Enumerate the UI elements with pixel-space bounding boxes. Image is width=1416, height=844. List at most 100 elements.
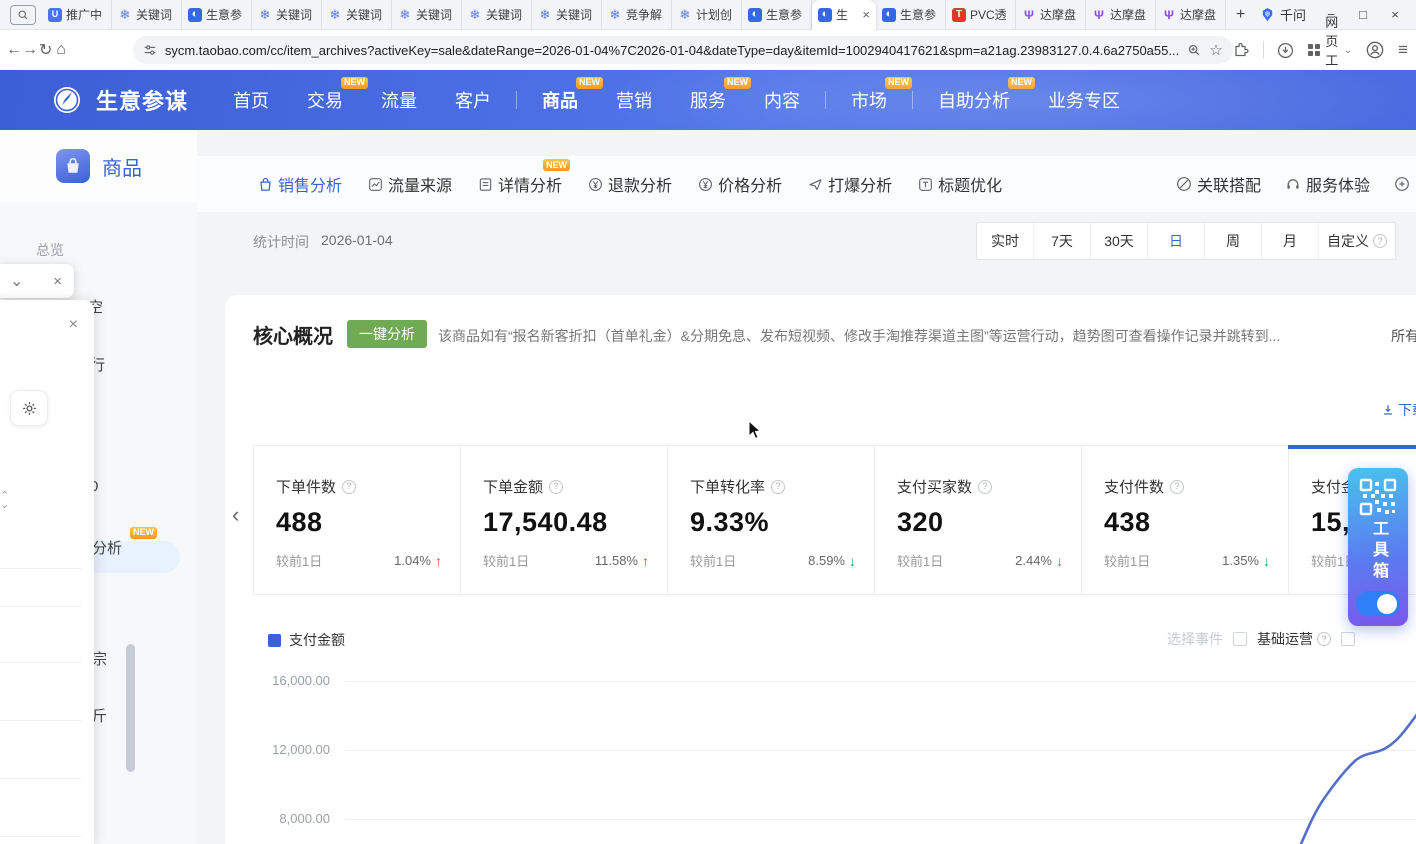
subnav-tab-详情分析[interactable]: 详情分析NEW	[478, 172, 562, 196]
extensions-icon[interactable]	[1233, 42, 1249, 58]
range-button-日[interactable]: 日	[1148, 223, 1205, 259]
brand[interactable]: 生意参谋	[52, 84, 188, 116]
url-text[interactable]: sycm.taobao.com/cc/item_archives?activeK…	[165, 43, 1179, 58]
settings-gear-button[interactable]	[10, 390, 48, 426]
browser-tab[interactable]: ◐生意参	[182, 0, 252, 30]
browser-tab[interactable]: Ψ达摩盘	[1086, 0, 1156, 30]
browser-tab-active[interactable]: ◐生×	[812, 0, 876, 30]
site-info-icon[interactable]	[143, 43, 157, 57]
nav-item-客户[interactable]: 客户	[436, 87, 510, 113]
subnav-link-服务体验[interactable]: 服务体验	[1285, 172, 1370, 196]
bookmark-star-icon[interactable]: ☆	[1209, 41, 1222, 59]
back-button[interactable]: ←	[6, 41, 22, 59]
nav-item-营销[interactable]: 营销	[597, 87, 671, 113]
toolbox-toggle[interactable]	[1356, 591, 1400, 616]
subnav-tab-流量来源[interactable]: 流量来源	[368, 172, 452, 196]
nav-item-商品[interactable]: 商品NEW	[523, 87, 597, 113]
chart-legend[interactable]: 支付金额	[268, 630, 345, 650]
browser-tab[interactable]: U推广中	[42, 0, 112, 30]
browser-tab[interactable]: TPVC透	[946, 0, 1016, 30]
nav-item-首页[interactable]: 首页	[214, 87, 288, 113]
help-icon[interactable]: ?	[1170, 480, 1184, 494]
downloads-icon[interactable]	[1277, 42, 1294, 59]
nav-item-流量[interactable]: 流量	[362, 87, 436, 113]
subnav-tab-销售分析[interactable]: 销售分析	[258, 172, 342, 196]
range-button-实时[interactable]: 实时	[977, 223, 1034, 259]
nav-item-内容[interactable]: 内容	[745, 87, 819, 113]
popup-close-icon[interactable]: ×	[53, 273, 62, 290]
range-button-7天[interactable]: 7天	[1034, 223, 1091, 259]
subnav-tab-标题优化[interactable]: 标题优化	[918, 172, 1002, 196]
help-icon[interactable]: ?	[978, 480, 992, 494]
collapse-chevron-icon[interactable]: ⌄	[10, 271, 23, 291]
select-event-label[interactable]: 选择事件	[1167, 629, 1223, 649]
panel-close-icon[interactable]: ×	[69, 316, 78, 334]
browser-tab[interactable]: ❄关键词	[112, 0, 182, 30]
all-events-dropdown[interactable]: 所有	[1391, 326, 1416, 346]
clipped-link-icon[interactable]	[1394, 176, 1410, 192]
browser-tab[interactable]: ❄关键词	[392, 0, 462, 30]
range-button-月[interactable]: 月	[1262, 223, 1319, 259]
browser-tab[interactable]: ❄计划创	[672, 0, 742, 30]
sidebar-item-fragment[interactable]: 斤	[92, 705, 107, 726]
metric-card-支付件数[interactable]: 支付件数?438较前1日1.35%↓	[1082, 446, 1289, 594]
sidebar-item-fragment[interactable]: 宗	[92, 648, 107, 669]
second-checkbox[interactable]	[1341, 632, 1355, 646]
product-bag-icon	[56, 149, 90, 183]
sidebar-item-fragment[interactable]: 总览	[36, 240, 64, 260]
url-bar[interactable]: sycm.taobao.com/cc/item_archives?activeK…	[133, 36, 1233, 64]
subnav-tab-打爆分析[interactable]: 打爆分析	[808, 172, 892, 196]
metric-card-下单件数[interactable]: 下单件数?488较前1日1.04%↑	[254, 446, 461, 594]
nav-item-服务[interactable]: 服务NEW	[671, 87, 745, 113]
browser-tab[interactable]: Ψ达摩盘	[1156, 0, 1226, 30]
home-button[interactable]: ⌂	[53, 41, 68, 59]
nav-item-交易[interactable]: 交易NEW	[288, 87, 362, 113]
divider	[0, 778, 82, 779]
metric-card-支付买家数[interactable]: 支付买家数?320较前1日2.44%↓	[875, 446, 1082, 594]
download-link[interactable]: 下载	[1381, 400, 1416, 420]
help-icon[interactable]: ?	[342, 480, 356, 494]
profile-avatar[interactable]	[1366, 41, 1384, 59]
browser-tab[interactable]: ❄关键词	[462, 0, 532, 30]
tab-search-button[interactable]	[10, 5, 36, 25]
subnav-tab-价格分析[interactable]: 价格分析	[698, 172, 782, 196]
nav-item-自助分析[interactable]: 自助分析NEW	[919, 87, 1029, 113]
stat-date-value[interactable]: 2026-01-04	[321, 232, 393, 248]
help-icon[interactable]: ?	[1373, 234, 1387, 248]
reload-button[interactable]: ↻	[38, 40, 53, 60]
browser-tab[interactable]: Ψ达摩盘	[1016, 0, 1086, 30]
nav-item-业务专区[interactable]: 业务专区	[1029, 87, 1139, 113]
subnav-link-label: 关联搭配	[1197, 172, 1261, 196]
arrow-down-icon: ↓	[1056, 553, 1063, 569]
nav-item-市场[interactable]: 市场NEW	[832, 87, 906, 113]
browser-tab[interactable]: ❄关键词	[252, 0, 322, 30]
sidebar-item-fragment[interactable]: 分析	[92, 537, 122, 558]
browser-tab[interactable]: ◐生意参	[742, 0, 812, 30]
sidebar-scrollbar[interactable]	[126, 644, 135, 772]
forward-button[interactable]: →	[22, 41, 38, 59]
toolbox-widget[interactable]: 工具箱	[1348, 468, 1408, 626]
browser-tab[interactable]: ◐生意参	[876, 0, 946, 30]
cards-scroll-left-button[interactable]: ‹	[232, 502, 239, 528]
payment-trend-chart[interactable]	[340, 655, 1416, 844]
basic-ops-checkbox[interactable]	[1233, 632, 1247, 646]
metric-label: 下单金额	[483, 476, 543, 497]
browser-tab[interactable]: ❄竞争解	[602, 0, 672, 30]
metric-card-下单转化率[interactable]: 下单转化率?9.33%较前1日8.59%↓	[668, 446, 875, 594]
metric-card-下单金额[interactable]: 下单金额?17,540.48较前1日11.58%↑	[461, 446, 668, 594]
resize-handle[interactable]: ⌃ ⌄	[0, 492, 9, 510]
menu-icon[interactable]: ≡	[1398, 40, 1408, 60]
help-icon[interactable]: ?	[771, 480, 785, 494]
subnav-link-关联搭配[interactable]: 关联搭配	[1176, 172, 1261, 196]
subnav-tab-退款分析[interactable]: 退款分析	[588, 172, 672, 196]
one-click-analyze-button[interactable]: 一键分析	[347, 320, 427, 348]
range-button-30天[interactable]: 30天	[1091, 223, 1148, 259]
zoom-page-icon[interactable]	[1187, 43, 1201, 57]
range-button-周[interactable]: 周	[1205, 223, 1262, 259]
browser-tab[interactable]: ❄关键词	[322, 0, 392, 30]
browser-tab[interactable]: ❄关键词	[532, 0, 602, 30]
help-icon[interactable]: ?	[549, 480, 563, 494]
tab-close-icon[interactable]: ×	[862, 7, 870, 22]
help-icon[interactable]: ?	[1317, 632, 1331, 646]
range-button-自定义[interactable]: 自定义?	[1319, 223, 1395, 259]
